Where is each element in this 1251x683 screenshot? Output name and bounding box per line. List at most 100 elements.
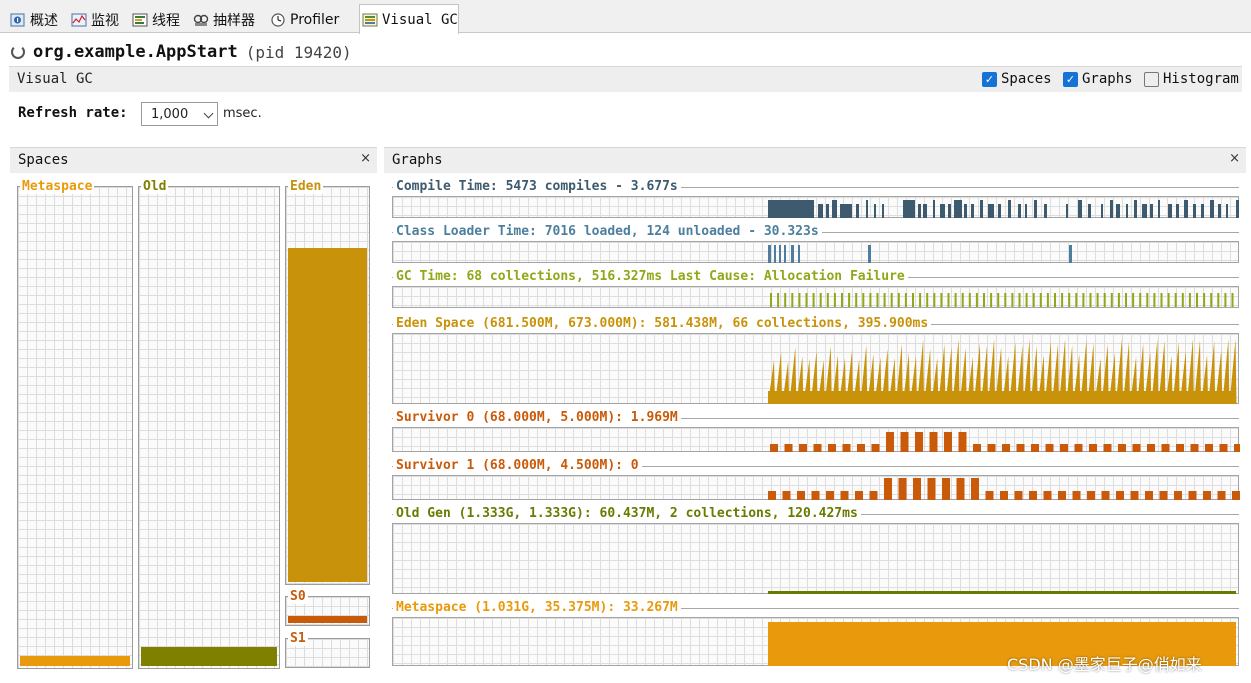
graph-bar (964, 204, 967, 218)
graph-svg (768, 478, 1240, 500)
refresh-rate-value: 1,000 (151, 106, 189, 122)
tab-label: 线程 (152, 12, 180, 29)
graph-bar (768, 245, 771, 263)
graph-svg (768, 339, 1237, 404)
graph-bar (1219, 444, 1228, 452)
graph-bar (797, 491, 805, 500)
visual-gc-icon (362, 13, 378, 27)
graph-bar (1011, 293, 1014, 307)
graph-bar (1008, 200, 1011, 218)
graph-bar (975, 293, 978, 307)
graph-bar (904, 293, 907, 307)
graph-bar (832, 200, 837, 218)
graph-plot (392, 523, 1239, 594)
graph-bar (812, 293, 815, 307)
graph-bar (799, 444, 807, 452)
graph-bar (826, 491, 834, 500)
graph-bar (869, 293, 872, 307)
graph-bar (774, 245, 776, 263)
graph-bar (768, 491, 776, 500)
graph-bar (1061, 293, 1064, 307)
graph-bar (1032, 293, 1035, 307)
graph-bar (1210, 293, 1213, 307)
graph-bar (833, 293, 836, 307)
graph-bar (1089, 444, 1097, 452)
graphs-checkbox[interactable]: ✓ Graphs (1063, 71, 1133, 87)
graph-title: Old Gen (1.333G, 1.333G): 60.437M, 2 col… (393, 507, 861, 521)
space-label: S1 (288, 631, 308, 646)
graph-bar (784, 245, 786, 263)
graph-bar (1088, 204, 1091, 218)
graph-bar (1069, 245, 1072, 263)
graph-bar (900, 432, 909, 452)
graph-bar (903, 200, 915, 218)
graph-plot (392, 475, 1240, 500)
close-icon[interactable]: × (360, 151, 371, 166)
graph-bar (883, 293, 886, 307)
tab-threads[interactable]: 线程 (130, 6, 180, 33)
graph-bar (1103, 444, 1112, 452)
graph-bar (923, 204, 927, 218)
graph-bar (811, 491, 820, 500)
graph-bar (856, 204, 859, 218)
tab-bar: 概述 监视 线程 抽样器 Profiler Visual GC (0, 0, 1251, 34)
close-icon[interactable]: × (1229, 151, 1240, 166)
graph-bar (1159, 491, 1168, 500)
graph-bar (1044, 204, 1047, 218)
graph-svg (770, 293, 1234, 307)
graph-bar (1190, 444, 1199, 452)
tab-profiler[interactable]: Profiler (268, 6, 339, 33)
graph-bar (1188, 293, 1191, 307)
graph-bar (1002, 444, 1010, 452)
graph-bar (884, 478, 892, 500)
spaces-checkbox[interactable]: ✓ Spaces (982, 71, 1052, 87)
graph-bar (1147, 444, 1155, 452)
tab-overview[interactable]: 概述 (8, 6, 58, 33)
graph-bar (1145, 491, 1153, 500)
spaces-panel-title: Spaces (18, 152, 69, 168)
graph-bar (1125, 293, 1127, 307)
graph-bar (1025, 204, 1027, 218)
graph-bar (1161, 444, 1170, 452)
graph-bar (1000, 491, 1008, 500)
graph-bar (997, 293, 1000, 307)
tab-visual-gc[interactable]: Visual GC (359, 4, 459, 34)
graph-bar (1174, 491, 1182, 500)
histogram-checkbox[interactable]: Histogram (1144, 71, 1239, 87)
graph-bar (919, 293, 922, 307)
graph-bar (1025, 293, 1028, 307)
graph-bar (1117, 293, 1120, 307)
graph-bar (840, 491, 849, 500)
graph-bar (968, 293, 971, 307)
tab-monitor[interactable]: 监视 (69, 6, 119, 33)
graph-bar (1176, 444, 1184, 452)
graph-bar (1201, 204, 1204, 218)
graph-bar (770, 444, 778, 452)
graph-svg (768, 591, 1236, 594)
graph-bar (1096, 293, 1099, 307)
monitor-icon (71, 13, 87, 27)
watermark: CSDN @墨家巨子@俏如来 (1007, 655, 1202, 674)
graph-bar (874, 204, 876, 218)
graph-bar (871, 444, 880, 452)
graph-bar (826, 293, 829, 307)
space-label: S0 (288, 589, 308, 604)
graph-bar (1082, 293, 1085, 307)
graph-bar (1132, 444, 1141, 452)
graph-bar (842, 444, 851, 452)
graph-bar (980, 200, 983, 218)
graph-bar (868, 245, 871, 263)
graph-bar (782, 491, 791, 500)
graph-bar (1043, 491, 1052, 500)
graph-bar (819, 293, 822, 307)
graph-bar (784, 444, 793, 452)
graph-bar (862, 293, 865, 307)
tab-sampler[interactable]: 抽样器 (191, 6, 255, 33)
graph-bar (1014, 491, 1023, 500)
graph-bar (876, 293, 879, 307)
graph-bar (1126, 204, 1128, 218)
refresh-rate-select[interactable]: 1,000 (141, 102, 218, 126)
checkbox-unchecked-icon (1144, 71, 1159, 87)
spaces-panel-header: Spaces × (10, 147, 377, 173)
graph-bar (1205, 444, 1213, 452)
